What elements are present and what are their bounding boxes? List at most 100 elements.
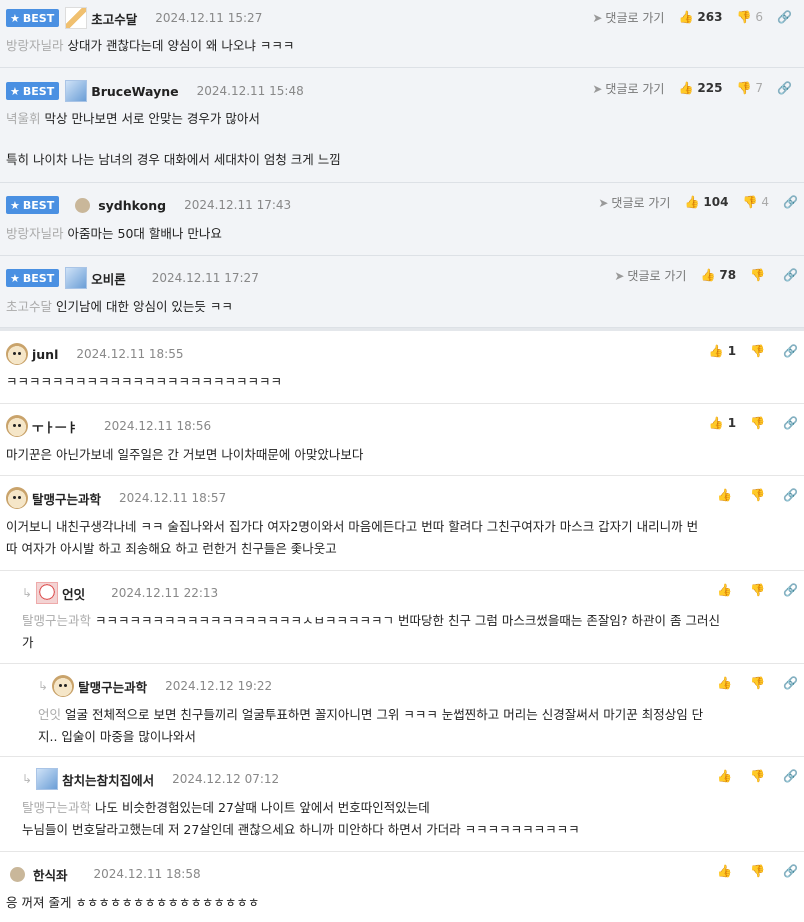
link-icon[interactable]: 🔗 <box>783 195 798 209</box>
avatar[interactable] <box>75 197 91 213</box>
avatar[interactable] <box>10 866 25 882</box>
comment-author[interactable]: 언잇 <box>62 584 85 603</box>
avatar[interactable] <box>52 675 75 697</box>
link-icon[interactable]: 🔗 <box>783 268 798 282</box>
avatar[interactable] <box>36 768 59 790</box>
comment-author[interactable]: 초고수달 <box>91 9 137 28</box>
link-icon[interactable]: 🔗 <box>783 864 798 878</box>
thumbs-down-icon: 👎 <box>750 488 766 502</box>
comment-date: 2024.12.11 18:56 <box>104 419 212 433</box>
comment-date: 2024.12.11 15:27 <box>155 11 263 25</box>
upvote-button[interactable]: 👍 263 <box>678 10 722 24</box>
go-to-reply-link[interactable]: ➤ 댓글로 가기 <box>592 80 664 97</box>
comment-body: 이거보니 내친구생각나네 ㅋㅋ 술집나와서 집가다 여자2명이와서 마음에든다고… <box>6 519 699 534</box>
comment-author[interactable]: junl <box>32 347 58 362</box>
upvote-button[interactable]: 👍 <box>717 676 736 690</box>
mention[interactable]: 탈맹구는과학 <box>22 613 91 628</box>
reply-arrow-icon: ↳ <box>22 586 33 600</box>
link-icon[interactable]: 🔗 <box>783 344 798 358</box>
thumbs-up-icon: 👍 <box>708 344 724 358</box>
upvote-button[interactable]: 👍 <box>717 864 736 878</box>
comment-date: 2024.12.11 17:27 <box>151 271 259 285</box>
upvote-button[interactable]: 👍 1 <box>709 344 736 358</box>
thumbs-up-icon: 👍 <box>717 864 733 878</box>
comment-author[interactable]: 탈맹구는과학 <box>78 677 147 696</box>
thumbs-down-icon: 👎 <box>750 769 766 783</box>
link-icon[interactable]: 🔗 <box>783 488 798 502</box>
comment-body: 초고수달 인기남에 대한 앙심이 있는듯 ㅋㅋ <box>6 299 233 314</box>
mention[interactable]: 탈맹구는과학 <box>22 800 91 815</box>
thumbs-up-icon: 👍 <box>717 769 733 783</box>
comment-body: ㅋㅋㅋㅋㅋㅋㅋㅋㅋㅋㅋㅋㅋㅋㅋㅋㅋㅋㅋㅋㅋㅋㅋㅋ <box>6 374 283 389</box>
downvote-button[interactable]: 👎 <box>750 676 769 690</box>
upvote-button[interactable]: 👍 104 <box>684 195 728 209</box>
reply-comment: ↳ 탈맹구는과학 2024.12.12 19:22 👍 👎 🔗 언잇 얼굴 전체적… <box>0 664 804 757</box>
comment-author[interactable]: 참치는참치집에서 <box>62 770 154 789</box>
comment-body: 탈맹구는과학 ㅋㅋㅋㅋㅋㅋㅋㅋㅋㅋㅋㅋㅋㅋㅋㅋㅋㅋㅅㅂㅋㅋㅋㅋㅋㄱ 번따당한 친구… <box>22 613 720 628</box>
comment-author[interactable]: BruceWayne <box>91 84 178 99</box>
downvote-button[interactable]: 👎 <box>750 344 769 358</box>
go-to-reply-link[interactable]: ➤ 댓글로 가기 <box>592 9 664 26</box>
avatar[interactable] <box>6 487 28 509</box>
link-icon[interactable]: 🔗 <box>783 416 798 430</box>
thumbs-up-icon: 👍 <box>684 195 700 209</box>
comment-body-line: 가 <box>22 635 34 650</box>
best-comment: ★ BEST BruceWayne 2024.12.11 15:48 ➤ 댓글로 가… <box>0 68 804 183</box>
avatar[interactable] <box>65 267 88 289</box>
best-comment: ★ BEST 오비론 2024.12.11 17:27 ➤ 댓글로 가기 👍 78 👎… <box>0 256 804 328</box>
downvote-button[interactable]: 👎 7 <box>736 81 763 95</box>
comment-author[interactable]: 한식좌 <box>33 865 68 884</box>
best-badge: ★ BEST <box>6 196 60 214</box>
comment-body: 방랑자닐라 상대가 괜찮다는데 양심이 왜 나오냐 ㅋㅋㅋ <box>6 38 295 53</box>
best-label: BEST <box>22 11 55 25</box>
downvote-button[interactable]: 👎 <box>750 769 769 783</box>
upvote-button[interactable]: 👍 <box>717 583 736 597</box>
mention[interactable]: 방랑자닐라 <box>6 226 64 241</box>
link-icon[interactable]: 🔗 <box>783 769 798 783</box>
thumbs-down-icon: 👎 <box>750 583 766 597</box>
thumbs-down-icon: 👎 <box>750 864 766 878</box>
mention[interactable]: 방랑자닐라 <box>6 38 64 53</box>
comment-body-line: 지.. 입술이 마중을 많이나와서 <box>38 729 196 744</box>
downvote-button[interactable]: 👎 <box>750 864 769 878</box>
thumbs-up-icon: 👍 <box>717 583 733 597</box>
mention[interactable]: 녁울휘 <box>6 111 41 126</box>
upvote-button[interactable]: 👍 1 <box>709 416 736 430</box>
link-icon[interactable]: 🔗 <box>783 583 798 597</box>
link-icon[interactable]: 🔗 <box>783 676 798 690</box>
comment-date: 2024.12.12 19:22 <box>165 679 273 693</box>
link-icon[interactable]: 🔗 <box>777 81 792 95</box>
best-comment: ★ BEST 초고수달 2024.12.11 15:27 ➤ 댓글로 가기 👍 263… <box>0 0 804 68</box>
comment-body: 녁울휘 막상 만나보면 서로 안맞는 경우가 많아서 <box>6 111 260 126</box>
thumbs-down-icon: 👎 <box>742 195 758 209</box>
avatar[interactable] <box>6 415 28 437</box>
downvote-button[interactable]: 👎 6 <box>736 10 763 24</box>
avatar[interactable] <box>65 7 88 29</box>
downvote-button[interactable]: 👎 <box>750 268 769 282</box>
send-icon: ➤ <box>592 81 603 96</box>
go-to-reply-link[interactable]: ➤ 댓글로 가기 <box>598 194 670 211</box>
upvote-button[interactable]: 👍 <box>717 769 736 783</box>
downvote-button[interactable]: 👎 <box>750 416 769 430</box>
go-to-reply-link[interactable]: ➤ 댓글로 가기 <box>614 267 686 284</box>
upvote-button[interactable]: 👍 225 <box>678 81 722 95</box>
downvote-button[interactable]: 👎 <box>750 488 769 502</box>
section-divider <box>0 328 804 331</box>
comment-author[interactable]: 오비론 <box>91 269 126 288</box>
comment-author[interactable]: ㅜㅏㅡㅑ <box>32 417 78 436</box>
thumbs-up-icon: 👍 <box>678 81 694 95</box>
comment-author[interactable]: 탈맹구는과학 <box>32 489 101 508</box>
downvote-button[interactable]: 👎 <box>750 583 769 597</box>
avatar[interactable] <box>36 582 59 604</box>
mention[interactable]: 초고수달 <box>6 299 52 314</box>
downvote-button[interactable]: 👎 4 <box>742 195 769 209</box>
comment-author[interactable]: sydhkong <box>98 198 166 213</box>
link-icon[interactable]: 🔗 <box>777 10 792 24</box>
avatar[interactable] <box>6 343 28 365</box>
upvote-button[interactable]: 👍 <box>717 488 736 502</box>
avatar[interactable] <box>65 80 88 102</box>
mention[interactable]: 언잇 <box>38 707 61 722</box>
comment: 탈맹구는과학 2024.12.11 18:57 👍 👎 🔗 이거보니 내친구생각… <box>0 476 804 571</box>
send-icon: ➤ <box>598 195 609 210</box>
upvote-button[interactable]: 👍 78 <box>700 268 736 282</box>
